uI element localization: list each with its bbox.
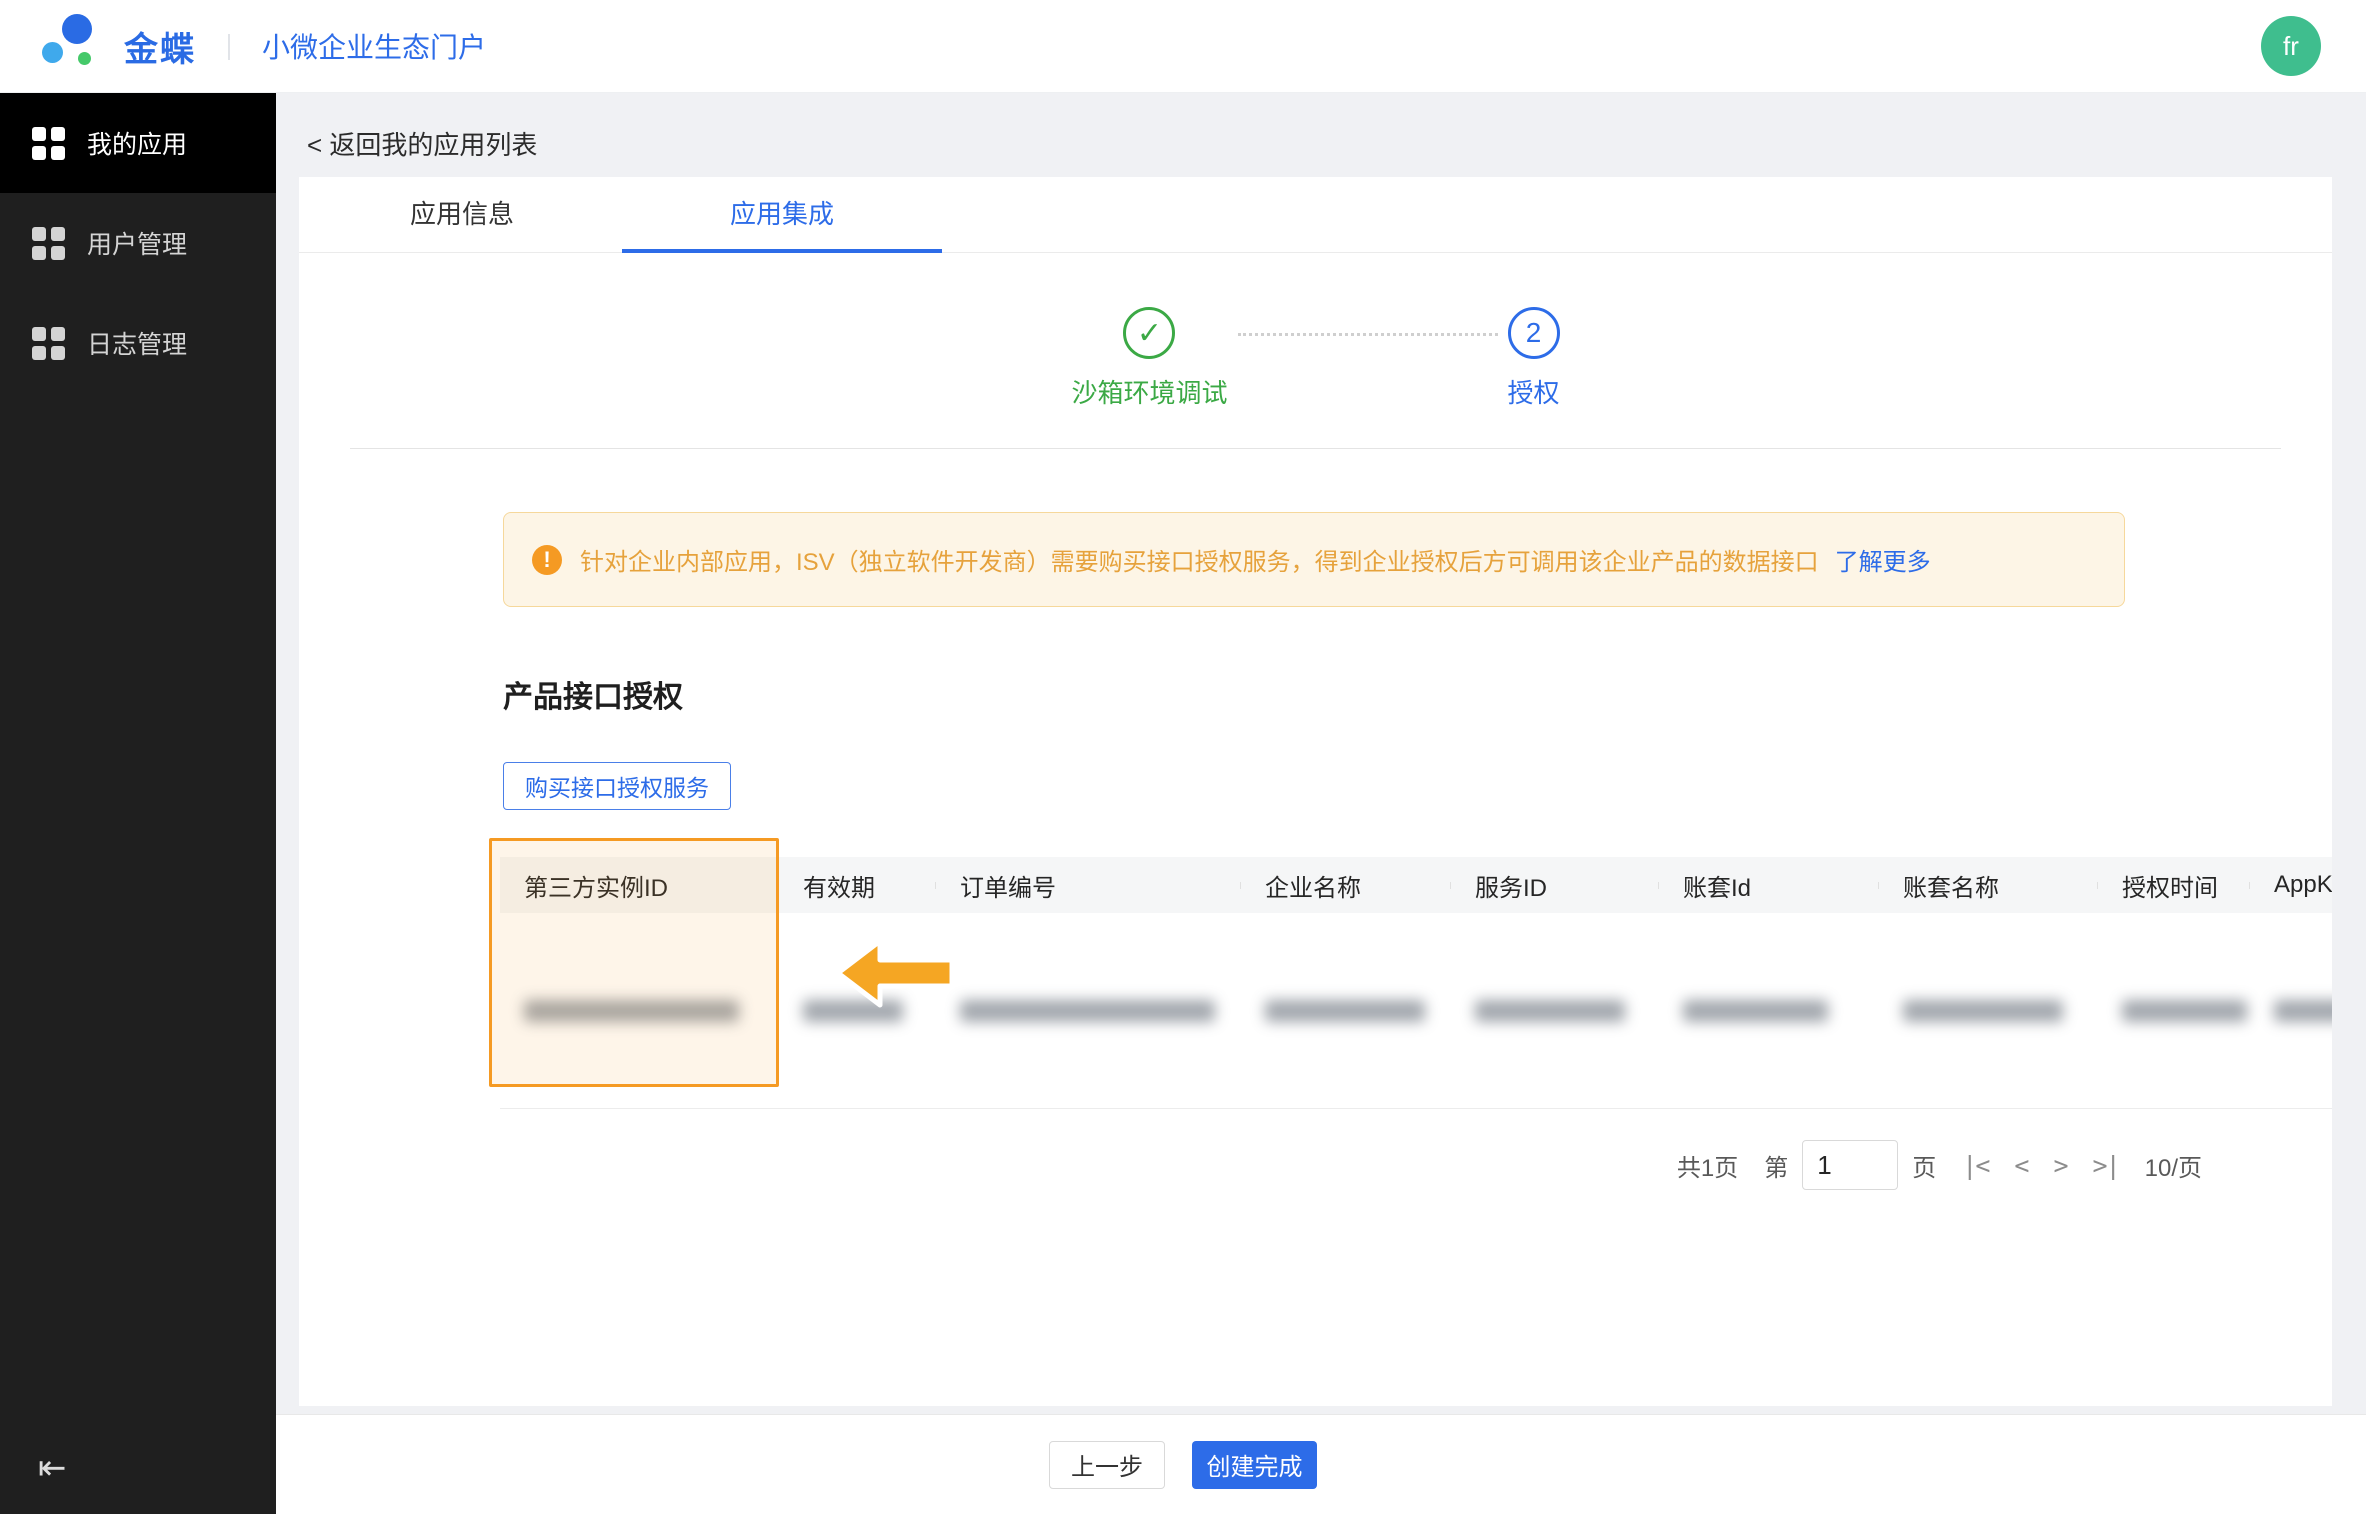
next-page-icon[interactable]: > (2053, 1151, 2066, 1180)
sidebar: 我的应用 用户管理 日志管理 ⇤ (0, 93, 276, 1514)
collapse-sidebar-icon[interactable]: ⇤ (38, 1448, 67, 1488)
column-header-company-name: 企业名称 (1241, 868, 1451, 903)
step2-number: 2 (1508, 307, 1560, 359)
buy-auth-service-button[interactable]: 购买接口授权服务 (503, 762, 731, 810)
back-link[interactable]: < 返回我的应用列表 (307, 125, 537, 162)
page-jumper: 第 页 (1764, 1140, 1936, 1190)
first-page-icon[interactable]: |< (1962, 1151, 1988, 1180)
page-size-label[interactable]: 10/页 (2145, 1148, 2202, 1183)
step-authorize: 2 授权 (1508, 307, 1560, 410)
last-page-icon[interactable]: >| (2093, 1151, 2119, 1180)
step-sandbox: ✓ 沙箱环境调试 (1071, 307, 1227, 410)
logo-dot-green (78, 52, 91, 65)
apps-grid-icon (32, 227, 65, 260)
column-header-order-no: 订单编号 (936, 868, 1241, 903)
pagination: 共1页 第 页 |< < > >| 10/页 (1677, 1137, 2202, 1193)
page-prefix-label: 第 (1764, 1148, 1788, 1183)
portal-name: 小微企业生态门户 (262, 26, 486, 66)
tab-app-integration[interactable]: 应用集成 (622, 177, 942, 253)
warning-icon: ! (532, 545, 562, 575)
column-header-auth-time: 授权时间 (2098, 868, 2250, 903)
stepper: ✓ 沙箱环境调试 2 授权 (299, 307, 2332, 410)
column-header-account-set-id: 账套Id (1659, 868, 1879, 903)
column-header-account-set-name: 账套名称 (1879, 868, 2098, 903)
logo-dot-cyan (42, 42, 63, 63)
step2-label: 授权 (1508, 373, 1560, 410)
tab-bar: 应用信息 应用集成 (299, 177, 2332, 253)
kingdee-logo-icon (34, 10, 118, 82)
sidebar-item-label: 日志管理 (87, 325, 187, 361)
page-total-label: 共1页 (1677, 1148, 1738, 1183)
table-cell-blurred (2250, 1000, 2332, 1022)
step1-check-icon: ✓ (1123, 307, 1175, 359)
alert-text: 针对企业内部应用，ISV（独立软件开发商）需要购买接口授权服务，得到企业授权后方… (580, 542, 1819, 577)
apps-grid-icon (32, 327, 65, 360)
footer-bar: 上一步 创建完成 (276, 1414, 2366, 1514)
apps-grid-icon (32, 127, 65, 160)
main-area: < 返回我的应用列表 应用信息 应用集成 ✓ 沙箱环境调试 2 授权 ! 针对企… (276, 93, 2366, 1514)
table-cell-blurred (1241, 1000, 1451, 1022)
brand-separator: ｜ (216, 28, 242, 65)
sidebar-item-label: 用户管理 (87, 225, 187, 261)
learn-more-link[interactable]: 了解更多 (1835, 542, 1931, 577)
footer-buttons: 上一步 创建完成 (1049, 1441, 1317, 1489)
tab-app-info[interactable]: 应用信息 (302, 177, 622, 253)
prev-step-button[interactable]: 上一步 (1049, 1441, 1165, 1489)
user-avatar[interactable]: fr (2261, 16, 2321, 76)
section-title: 产品接口授权 (503, 672, 683, 716)
step-connector (1238, 333, 1498, 336)
section-divider (350, 448, 2281, 449)
sidebar-item-my-apps[interactable]: 我的应用 (0, 93, 276, 193)
column-header-service-id: 服务ID (1451, 868, 1659, 903)
table-cell-blurred (1451, 1000, 1659, 1022)
page-suffix-label: 页 (1912, 1148, 1936, 1183)
table-cell-blurred (1659, 1000, 1879, 1022)
column-header-validity: 有效期 (779, 868, 936, 903)
prev-page-icon[interactable]: < (2014, 1151, 2027, 1180)
page-number-input[interactable] (1802, 1140, 1898, 1190)
logo-dot-blue (62, 14, 92, 44)
column-header-appkey: AppK (2250, 871, 2332, 899)
sidebar-item-log-management[interactable]: 日志管理 (0, 293, 276, 393)
top-header: 金蝶 ｜ 小微企业生态门户 fr (0, 0, 2366, 93)
content-card: 应用信息 应用集成 ✓ 沙箱环境调试 2 授权 ! 针对企业内部应用，ISV（独… (299, 177, 2332, 1406)
create-complete-button[interactable]: 创建完成 (1192, 1441, 1317, 1489)
brand-name: 金蝶 (124, 22, 196, 71)
sidebar-item-user-management[interactable]: 用户管理 (0, 193, 276, 293)
sidebar-item-label: 我的应用 (87, 125, 187, 161)
highlight-box (489, 838, 779, 1087)
table-cell-blurred (1879, 1000, 2098, 1022)
table-cell-blurred (2098, 1000, 2250, 1022)
annotation-arrow-icon (834, 933, 956, 1013)
table-cell-blurred (936, 1000, 1241, 1022)
warning-alert: ! 针对企业内部应用，ISV（独立软件开发商）需要购买接口授权服务，得到企业授权… (503, 512, 2125, 607)
step1-label: 沙箱环境调试 (1071, 373, 1227, 410)
